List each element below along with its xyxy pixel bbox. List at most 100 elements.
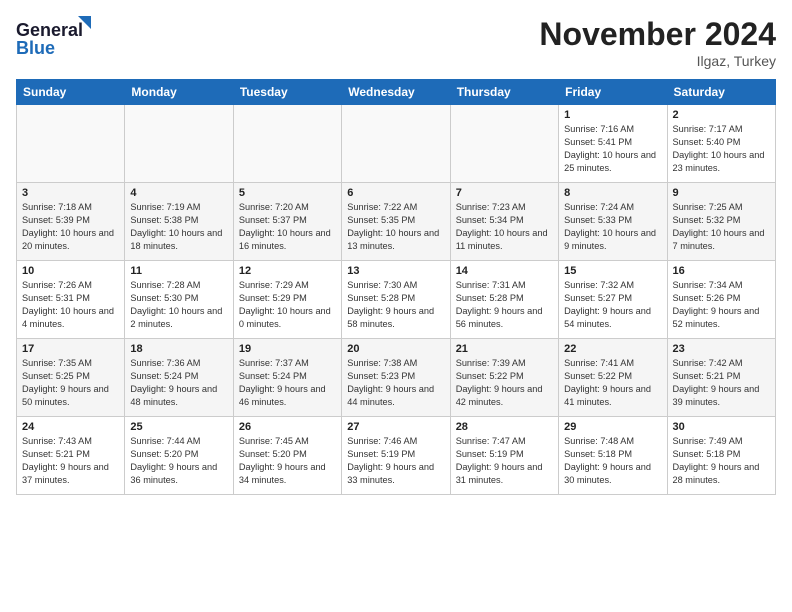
svg-text:General: General	[16, 20, 83, 40]
calendar-cell: 30Sunrise: 7:49 AMSunset: 5:18 PMDayligh…	[667, 417, 775, 495]
calendar-cell: 9Sunrise: 7:25 AMSunset: 5:32 PMDaylight…	[667, 183, 775, 261]
day-info: Sunrise: 7:32 AMSunset: 5:27 PMDaylight:…	[564, 279, 661, 331]
day-info: Sunrise: 7:47 AMSunset: 5:19 PMDaylight:…	[456, 435, 553, 487]
calendar-cell: 15Sunrise: 7:32 AMSunset: 5:27 PMDayligh…	[559, 261, 667, 339]
logo-svg: GeneralBlue	[16, 16, 96, 60]
calendar-cell: 11 Sunrise: 7:28 AMSunset: 5:30 PMDayligh…	[125, 261, 233, 339]
calendar-cell	[17, 105, 125, 183]
day-number: 6	[347, 187, 444, 199]
day-number: 17	[22, 343, 119, 355]
calendar-cell: 29 Sunrise: 7:48 AMSunset: 5:18 PMDayligh…	[559, 417, 667, 495]
calendar-cell: 3 Sunrise: 7:18 AMSunset: 5:39 PMDaylight…	[17, 183, 125, 261]
col-sunday: Sunday	[17, 80, 125, 105]
day-info: Sunrise: 7:45 AMSunset: 5:20 PMDaylight:…	[239, 435, 336, 487]
day-info: Sunrise: 7:18 AMSunset: 5:39 PMDaylight:…	[22, 201, 119, 253]
col-friday: Friday	[559, 80, 667, 105]
day-number: 19	[239, 343, 336, 355]
day-number: 1	[564, 109, 661, 121]
col-tuesday: Tuesday	[233, 80, 341, 105]
day-number: 14	[456, 265, 553, 277]
calendar-cell: 18Sunrise: 7:36 AMSunset: 5:24 PMDayligh…	[125, 339, 233, 417]
day-number: 23	[673, 343, 770, 355]
main-container: GeneralBlue November 2024 Ilgaz, Turkey …	[0, 0, 792, 503]
calendar-cell: 13 Sunrise: 7:30 AMSunset: 5:28 PMDayligh…	[342, 261, 450, 339]
calendar-cell	[125, 105, 233, 183]
week-row-4: 17 Sunrise: 7:35 AMSunset: 5:25 PMDayligh…	[17, 339, 776, 417]
day-number: 3	[22, 187, 119, 199]
day-info: Sunrise: 7:34 AMSunset: 5:26 PMDaylight:…	[673, 279, 770, 331]
day-number: 13	[347, 265, 444, 277]
calendar-cell: 28 Sunrise: 7:47 AMSunset: 5:19 PMDayligh…	[450, 417, 558, 495]
month-title: November 2024	[539, 16, 776, 53]
calendar-cell: 8 Sunrise: 7:24 AMSunset: 5:33 PMDaylight…	[559, 183, 667, 261]
day-number: 28	[456, 421, 553, 433]
day-info: Sunrise: 7:35 AMSunset: 5:25 PMDaylight:…	[22, 357, 119, 409]
day-number: 25	[130, 421, 227, 433]
header: GeneralBlue November 2024 Ilgaz, Turkey	[16, 16, 776, 69]
day-info: Sunrise: 7:31 AMSunset: 5:28 PMDaylight:…	[456, 279, 553, 331]
day-number: 16	[673, 265, 770, 277]
week-row-3: 10 Sunrise: 7:26 AMSunset: 5:31 PMDayligh…	[17, 261, 776, 339]
day-info: Sunrise: 7:30 AMSunset: 5:28 PMDaylight:…	[347, 279, 444, 331]
day-number: 20	[347, 343, 444, 355]
calendar-cell: 20Sunrise: 7:38 AMSunset: 5:23 PMDayligh…	[342, 339, 450, 417]
calendar-cell: 5Sunrise: 7:20 AMSunset: 5:37 PMDaylight…	[233, 183, 341, 261]
calendar-cell: 4 Sunrise: 7:19 AMSunset: 5:38 PMDaylight…	[125, 183, 233, 261]
day-number: 30	[673, 421, 770, 433]
day-info: Sunrise: 7:22 AMSunset: 5:35 PMDaylight:…	[347, 201, 444, 253]
day-number: 26	[239, 421, 336, 433]
day-number: 4	[130, 187, 227, 199]
calendar-table: Sunday Monday Tuesday Wednesday Thursday…	[16, 79, 776, 495]
calendar-cell: 21 Sunrise: 7:39 AMSunset: 5:22 PMDayligh…	[450, 339, 558, 417]
calendar-cell: 26 Sunrise: 7:45 AMSunset: 5:20 PMDayligh…	[233, 417, 341, 495]
week-row-2: 3 Sunrise: 7:18 AMSunset: 5:39 PMDaylight…	[17, 183, 776, 261]
day-info: Sunrise: 7:16 AMSunset: 5:41 PMDaylight:…	[564, 123, 661, 175]
col-wednesday: Wednesday	[342, 80, 450, 105]
day-number: 29	[564, 421, 661, 433]
day-info: Sunrise: 7:39 AMSunset: 5:22 PMDaylight:…	[456, 357, 553, 409]
col-saturday: Saturday	[667, 80, 775, 105]
day-info: Sunrise: 7:29 AMSunset: 5:29 PMDaylight:…	[239, 279, 336, 331]
calendar-cell: 10 Sunrise: 7:26 AMSunset: 5:31 PMDayligh…	[17, 261, 125, 339]
calendar-cell: 22Sunrise: 7:41 AMSunset: 5:22 PMDayligh…	[559, 339, 667, 417]
day-info: Sunrise: 7:42 AMSunset: 5:21 PMDaylight:…	[673, 357, 770, 409]
col-monday: Monday	[125, 80, 233, 105]
calendar-cell: 14 Sunrise: 7:31 AMSunset: 5:28 PMDayligh…	[450, 261, 558, 339]
calendar-cell: 1 Sunrise: 7:16 AMSunset: 5:41 PMDaylight…	[559, 105, 667, 183]
header-row: Sunday Monday Tuesday Wednesday Thursday…	[17, 80, 776, 105]
day-info: Sunrise: 7:28 AMSunset: 5:30 PMDaylight:…	[130, 279, 227, 331]
day-number: 2	[673, 109, 770, 121]
calendar-body: 1 Sunrise: 7:16 AMSunset: 5:41 PMDaylight…	[17, 105, 776, 495]
calendar-cell: 19 Sunrise: 7:37 AMSunset: 5:24 PMDayligh…	[233, 339, 341, 417]
calendar-cell	[342, 105, 450, 183]
day-number: 12	[239, 265, 336, 277]
day-info: Sunrise: 7:19 AMSunset: 5:38 PMDaylight:…	[130, 201, 227, 253]
calendar-cell	[450, 105, 558, 183]
day-number: 21	[456, 343, 553, 355]
day-info: Sunrise: 7:17 AMSunset: 5:40 PMDaylight:…	[673, 123, 770, 175]
location: Ilgaz, Turkey	[539, 53, 776, 69]
day-number: 27	[347, 421, 444, 433]
day-number: 8	[564, 187, 661, 199]
week-row-5: 24Sunrise: 7:43 AMSunset: 5:21 PMDayligh…	[17, 417, 776, 495]
day-number: 11	[130, 265, 227, 277]
calendar-cell: 24Sunrise: 7:43 AMSunset: 5:21 PMDayligh…	[17, 417, 125, 495]
col-thursday: Thursday	[450, 80, 558, 105]
day-info: Sunrise: 7:37 AMSunset: 5:24 PMDaylight:…	[239, 357, 336, 409]
week-row-1: 1 Sunrise: 7:16 AMSunset: 5:41 PMDaylight…	[17, 105, 776, 183]
day-number: 10	[22, 265, 119, 277]
title-block: November 2024 Ilgaz, Turkey	[539, 16, 776, 69]
day-info: Sunrise: 7:26 AMSunset: 5:31 PMDaylight:…	[22, 279, 119, 331]
logo: GeneralBlue	[16, 16, 96, 60]
day-info: Sunrise: 7:48 AMSunset: 5:18 PMDaylight:…	[564, 435, 661, 487]
day-info: Sunrise: 7:24 AMSunset: 5:33 PMDaylight:…	[564, 201, 661, 253]
day-number: 22	[564, 343, 661, 355]
day-info: Sunrise: 7:23 AMSunset: 5:34 PMDaylight:…	[456, 201, 553, 253]
calendar-cell: 23 Sunrise: 7:42 AMSunset: 5:21 PMDayligh…	[667, 339, 775, 417]
day-number: 5	[239, 187, 336, 199]
day-info: Sunrise: 7:25 AMSunset: 5:32 PMDaylight:…	[673, 201, 770, 253]
calendar-cell: 7Sunrise: 7:23 AMSunset: 5:34 PMDaylight…	[450, 183, 558, 261]
calendar-cell: 2 Sunrise: 7:17 AMSunset: 5:40 PMDaylight…	[667, 105, 775, 183]
calendar-cell: 25Sunrise: 7:44 AMSunset: 5:20 PMDayligh…	[125, 417, 233, 495]
calendar-cell: 17 Sunrise: 7:35 AMSunset: 5:25 PMDayligh…	[17, 339, 125, 417]
